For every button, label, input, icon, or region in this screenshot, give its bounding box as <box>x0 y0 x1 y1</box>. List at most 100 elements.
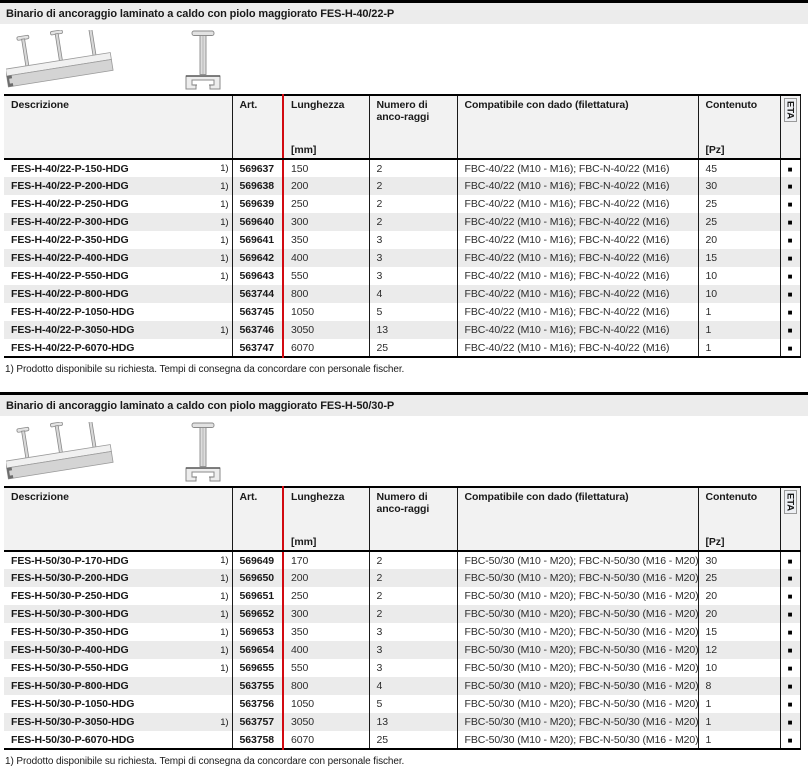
col-unit-pz: [Pz] <box>706 536 776 548</box>
cell-lunghezza: 250 <box>283 195 369 213</box>
cell-art: 569652 <box>232 605 283 623</box>
cell-footnote-ref: 1) <box>220 217 228 228</box>
cell-contenuto: 1 <box>698 339 780 357</box>
cell-numero-ancoraggi: 3 <box>369 659 457 677</box>
cell-contenuto: 10 <box>698 659 780 677</box>
table-row: FES-H-40/22-P-3050-HDG 1) 563746 3050 13… <box>4 321 800 339</box>
table-row: FES-H-40/22-P-800-HDG 563744 800 4 FBC-4… <box>4 285 800 303</box>
cell-contenuto: 1 <box>698 303 780 321</box>
col-header-contenuto: Contenuto <box>706 99 776 111</box>
table-row: FES-H-40/22-P-6070-HDG 563747 6070 25 FB… <box>4 339 800 357</box>
cell-numero-ancoraggi: 2 <box>369 213 457 231</box>
cell-contenuto: 25 <box>698 569 780 587</box>
eta-square-icon: ■ <box>788 182 793 191</box>
rail-cross-section-image <box>180 30 226 99</box>
cell-numero-ancoraggi: 13 <box>369 713 457 731</box>
cell-lunghezza: 1050 <box>283 303 369 321</box>
cell-contenuto: 20 <box>698 605 780 623</box>
cell-footnote-ref: 1) <box>220 163 228 174</box>
col-header-compatibile: Compatibile con dado (filettatura) <box>465 491 694 503</box>
cell-lunghezza: 800 <box>283 285 369 303</box>
eta-square-icon: ■ <box>788 290 793 299</box>
cell-descrizione: FES-H-50/30-P-400-HDG <box>11 644 129 656</box>
cell-contenuto: 30 <box>698 177 780 195</box>
table-row: FES-H-50/30-P-300-HDG 1) 569652 300 2 FB… <box>4 605 800 623</box>
cell-compatibile: FBC-40/22 (M10 - M16); FBC-N-40/22 (M16) <box>457 231 698 249</box>
cell-compatibile: FBC-50/30 (M10 - M20); FBC-N-50/30 (M16 … <box>457 659 698 677</box>
cell-descrizione: FES-H-40/22-P-400-HDG <box>11 252 129 264</box>
cell-footnote-ref: 1) <box>220 627 228 638</box>
cell-lunghezza: 250 <box>283 587 369 605</box>
cell-compatibile: FBC-50/30 (M10 - M20); FBC-N-50/30 (M16 … <box>457 587 698 605</box>
product-table: Descrizione Art. Lunghezza[mm] Numero di… <box>4 486 801 750</box>
cell-compatibile: FBC-50/30 (M10 - M20); FBC-N-50/30 (M16 … <box>457 641 698 659</box>
cell-art: 569651 <box>232 587 283 605</box>
footnote: 1) Prodotto disponibile su richiesta. Te… <box>5 756 808 767</box>
col-unit-mm: [mm] <box>291 144 365 156</box>
col-header-lunghezza: Lunghezza <box>291 491 365 503</box>
cell-compatibile: FBC-40/22 (M10 - M16); FBC-N-40/22 (M16) <box>457 195 698 213</box>
cell-lunghezza: 350 <box>283 231 369 249</box>
col-header-contenuto: Contenuto <box>706 491 776 503</box>
cell-contenuto: 1 <box>698 321 780 339</box>
catalog-page: Binario di ancoraggio laminato a caldo c… <box>0 0 808 767</box>
cell-descrizione: FES-H-50/30-P-300-HDG <box>11 608 129 620</box>
cell-compatibile: FBC-40/22 (M10 - M16); FBC-N-40/22 (M16) <box>457 249 698 267</box>
eta-square-icon: ■ <box>788 682 793 691</box>
cell-art: 563746 <box>232 321 283 339</box>
cell-compatibile: FBC-40/22 (M10 - M16); FBC-N-40/22 (M16) <box>457 321 698 339</box>
cell-lunghezza: 550 <box>283 659 369 677</box>
cell-numero-ancoraggi: 25 <box>369 731 457 749</box>
cell-lunghezza: 400 <box>283 249 369 267</box>
table-row: FES-H-50/30-P-550-HDG 1) 569655 550 3 FB… <box>4 659 800 677</box>
section-title-bar: Binario di ancoraggio laminato a caldo c… <box>0 0 808 24</box>
cell-descrizione: FES-H-50/30-P-250-HDG <box>11 590 129 602</box>
cell-numero-ancoraggi: 5 <box>369 303 457 321</box>
table-row: FES-H-40/22-P-550-HDG 1) 569643 550 3 FB… <box>4 267 800 285</box>
eta-square-icon: ■ <box>788 736 793 745</box>
cell-descrizione: FES-H-40/22-P-250-HDG <box>11 198 129 210</box>
cell-art: 569643 <box>232 267 283 285</box>
col-header-eta: ETA <box>784 490 797 514</box>
cell-compatibile: FBC-40/22 (M10 - M16); FBC-N-40/22 (M16) <box>457 339 698 357</box>
cell-art: 569639 <box>232 195 283 213</box>
table-row: FES-H-50/30-P-250-HDG 1) 569651 250 2 FB… <box>4 587 800 605</box>
col-header-art: Art. <box>240 99 279 111</box>
product-images <box>0 24 808 94</box>
cell-art: 563744 <box>232 285 283 303</box>
cell-footnote-ref: 1) <box>220 325 228 336</box>
col-header-lunghezza: Lunghezza <box>291 99 365 111</box>
cell-descrizione: FES-H-50/30-P-800-HDG <box>11 680 129 692</box>
eta-square-icon: ■ <box>788 574 793 583</box>
cell-lunghezza: 6070 <box>283 339 369 357</box>
cell-compatibile: FBC-40/22 (M10 - M16); FBC-N-40/22 (M16) <box>457 285 698 303</box>
cell-descrizione: FES-H-40/22-P-3050-HDG <box>11 324 134 336</box>
cell-contenuto: 45 <box>698 159 780 177</box>
cell-lunghezza: 550 <box>283 267 369 285</box>
cell-contenuto: 15 <box>698 249 780 267</box>
cell-numero-ancoraggi: 5 <box>369 695 457 713</box>
cell-numero-ancoraggi: 2 <box>369 551 457 569</box>
cell-footnote-ref: 1) <box>220 181 228 192</box>
cell-lunghezza: 6070 <box>283 731 369 749</box>
cell-contenuto: 12 <box>698 641 780 659</box>
cell-descrizione: FES-H-40/22-P-350-HDG <box>11 234 129 246</box>
cell-numero-ancoraggi: 2 <box>369 177 457 195</box>
cell-art: 569655 <box>232 659 283 677</box>
cell-descrizione: FES-H-40/22-P-550-HDG <box>11 270 129 282</box>
cell-lunghezza: 300 <box>283 213 369 231</box>
cell-footnote-ref: 1) <box>220 717 228 728</box>
table-row: FES-H-50/30-P-350-HDG 1) 569653 350 3 FB… <box>4 623 800 641</box>
cell-lunghezza: 300 <box>283 605 369 623</box>
cell-contenuto: 25 <box>698 195 780 213</box>
cell-art: 569654 <box>232 641 283 659</box>
cell-lunghezza: 3050 <box>283 713 369 731</box>
cell-art: 563755 <box>232 677 283 695</box>
cell-descrizione: FES-H-40/22-P-150-HDG <box>11 163 129 175</box>
cell-descrizione: FES-H-50/30-P-170-HDG <box>11 555 129 567</box>
cell-compatibile: FBC-50/30 (M10 - M20); FBC-N-50/30 (M16 … <box>457 677 698 695</box>
col-header-descrizione: Descrizione <box>11 491 228 503</box>
cell-footnote-ref: 1) <box>220 645 228 656</box>
table-row: FES-H-50/30-P-3050-HDG 1) 563757 3050 13… <box>4 713 800 731</box>
cell-footnote-ref: 1) <box>220 573 228 584</box>
